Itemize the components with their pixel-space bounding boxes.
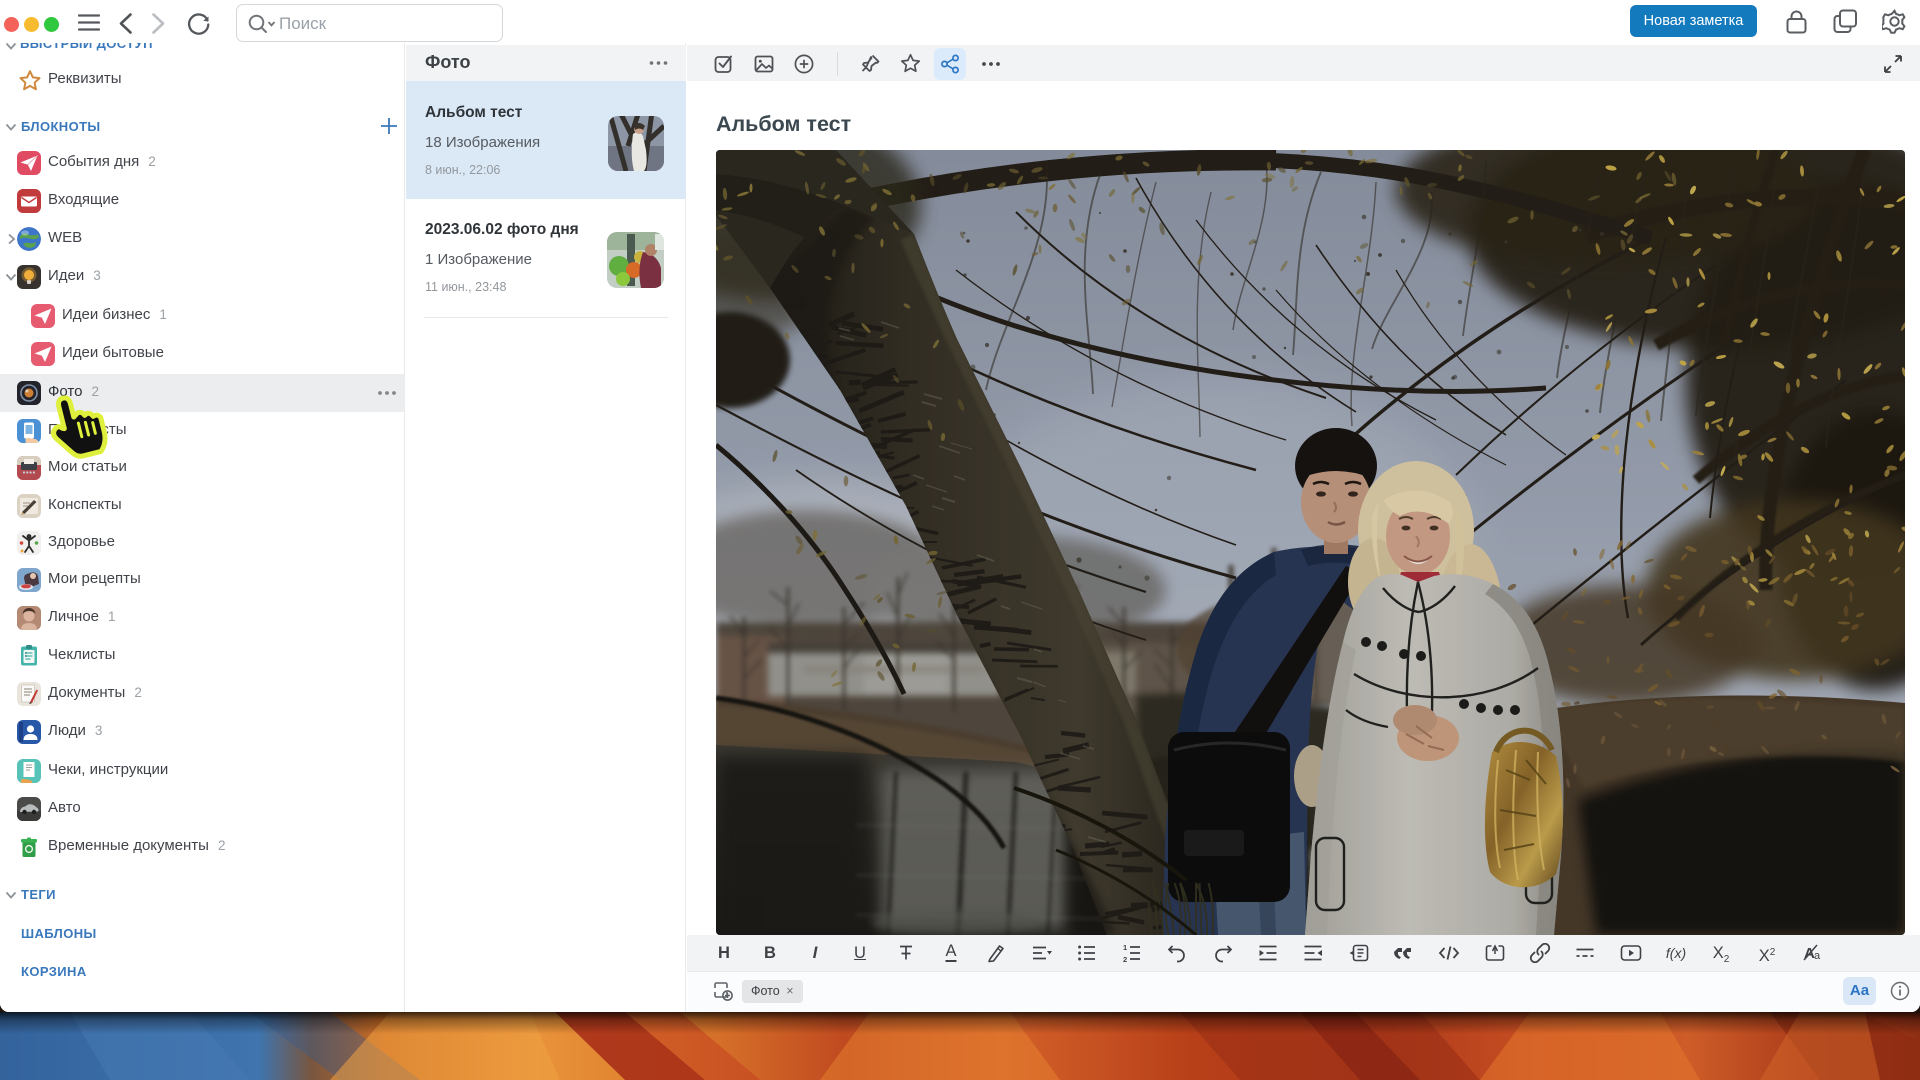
svg-text:1: 1 bbox=[1123, 943, 1127, 952]
svg-text:a: a bbox=[1814, 950, 1821, 962]
svg-text:2: 2 bbox=[1123, 955, 1127, 963]
